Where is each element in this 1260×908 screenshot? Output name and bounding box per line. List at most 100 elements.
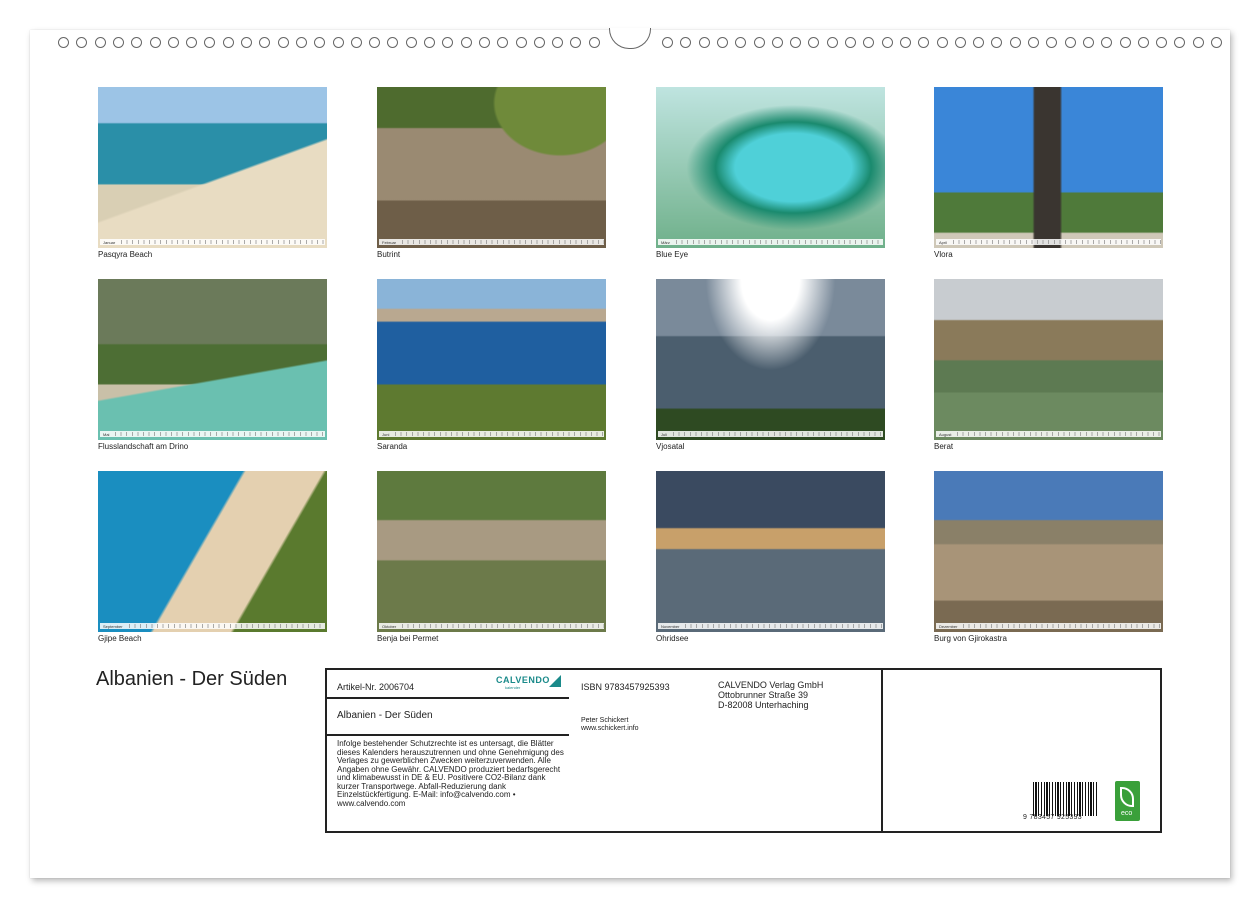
month-calendar-strip: Juli xyxy=(658,431,883,437)
binding-hole xyxy=(186,37,198,48)
month-label: September xyxy=(103,623,123,629)
binding-hole xyxy=(1174,37,1186,48)
month-calendar-strip: August xyxy=(936,431,1161,437)
binding-hole xyxy=(350,37,362,48)
binding-hole xyxy=(460,37,472,48)
binding-hole xyxy=(1192,37,1204,48)
day-grid xyxy=(128,624,325,628)
month-label: August xyxy=(939,431,952,437)
article-row: Artikel-Nr. 2006704 CALVENDO kalender xyxy=(327,670,571,699)
landscape-image xyxy=(656,279,885,440)
month-calendar-strip: Oktober xyxy=(379,623,604,629)
month-calendar-strip: April xyxy=(936,239,1161,245)
landscape-image xyxy=(934,87,1163,248)
photo-caption: Flusslandschaft am Drino xyxy=(98,442,189,451)
day-grid xyxy=(402,240,604,244)
photo-caption: Vlora xyxy=(934,250,953,259)
binding-hole xyxy=(1009,37,1021,48)
binding-hole xyxy=(314,37,326,48)
landscape-image xyxy=(934,279,1163,440)
binding-hole xyxy=(112,37,124,48)
month-label: Juli xyxy=(661,431,668,437)
binding-hole xyxy=(863,37,875,48)
calendar-subtitle: Albanien - Der Süden xyxy=(337,710,433,721)
month-calendar-strip: Februar xyxy=(379,239,604,245)
binding-hole xyxy=(570,37,582,48)
binding-hole xyxy=(735,37,747,48)
eco-label: eco xyxy=(1121,810,1133,817)
binding-hole xyxy=(1211,37,1222,48)
month-photo: Dezember xyxy=(934,471,1163,632)
day-grid xyxy=(121,240,325,244)
landscape-image xyxy=(377,279,606,440)
month-photo: September xyxy=(98,471,327,632)
month-calendar-strip: Dezember xyxy=(936,623,1161,629)
subtitle-row: Albanien - Der Süden xyxy=(327,699,571,736)
binding-hole xyxy=(588,37,600,48)
day-grid xyxy=(963,624,1161,628)
photo-caption: Gjipe Beach xyxy=(98,634,142,643)
month-label: April xyxy=(939,239,948,245)
calvendo-logo-sub: kalender xyxy=(505,685,521,690)
photo-caption: Saranda xyxy=(377,442,408,451)
landscape-image xyxy=(98,471,327,632)
day-grid xyxy=(115,432,325,436)
month-label: Januar xyxy=(103,239,116,245)
binding-hole xyxy=(936,37,948,48)
binding-hole xyxy=(881,37,893,48)
photo-caption: Vjosatal xyxy=(656,442,685,451)
month-photo: März xyxy=(656,87,885,248)
month-photo: Juli xyxy=(656,279,885,440)
binding-hole xyxy=(277,37,289,48)
binding-hole xyxy=(497,37,509,48)
month-photo: November xyxy=(656,471,885,632)
binding-hole xyxy=(478,37,490,48)
month-photo: August xyxy=(934,279,1163,440)
landscape-image xyxy=(656,471,885,632)
leaf-icon xyxy=(1120,787,1134,807)
binding-hole xyxy=(1046,37,1058,48)
binding-hole xyxy=(1082,37,1094,48)
binding-hole xyxy=(222,37,234,48)
day-grid xyxy=(957,432,1161,436)
month-photo: Januar xyxy=(98,87,327,248)
day-grid xyxy=(395,432,604,436)
binding-hole xyxy=(515,37,527,48)
landscape-image xyxy=(377,87,606,248)
binding-hole xyxy=(241,37,252,48)
eco-badge: eco xyxy=(1115,781,1140,821)
binding-hole xyxy=(1064,37,1076,48)
binding-hole xyxy=(991,37,1003,48)
calvendo-logo: CALVENDO xyxy=(496,675,550,685)
publisher-name: CALVENDO Verlag GmbH xyxy=(718,680,824,690)
binding-hole xyxy=(259,37,271,48)
binding-hole xyxy=(149,37,161,48)
binding-hole xyxy=(790,37,802,48)
author-website: www.schickert.info xyxy=(581,725,639,732)
publisher-city: D-82008 Unterhaching xyxy=(718,700,809,710)
binding-hole xyxy=(332,37,344,48)
month-label: März xyxy=(661,239,670,245)
binding-hole xyxy=(387,37,399,48)
photo-caption: Blue Eye xyxy=(656,250,689,259)
binding-hole xyxy=(716,37,728,48)
binding-hole xyxy=(552,37,564,48)
photo-caption: Butrint xyxy=(377,250,401,259)
binding-hole xyxy=(131,37,143,48)
month-label: November xyxy=(661,623,680,629)
binding-hole xyxy=(808,37,820,48)
publisher-street: Ottobrunner Straße 39 xyxy=(718,690,809,700)
binding-hole xyxy=(918,37,930,48)
binding-hole xyxy=(698,37,710,48)
month-calendar-strip: September xyxy=(100,623,325,629)
binding-hole xyxy=(771,37,783,48)
binding-hole xyxy=(1028,37,1039,48)
binding-hole xyxy=(680,37,692,48)
binding-hole xyxy=(442,37,454,48)
binding-hole xyxy=(1119,37,1131,48)
legal-notice: Infolge bestehender Schutzrechte ist es … xyxy=(337,739,564,808)
barcode-number: 9 783457 925393 xyxy=(1023,814,1082,821)
calendar-title: Albanien - Der Süden xyxy=(96,668,288,690)
month-label: Juni xyxy=(382,431,390,437)
article-number: Artikel-Nr. 2006704 xyxy=(337,682,415,692)
